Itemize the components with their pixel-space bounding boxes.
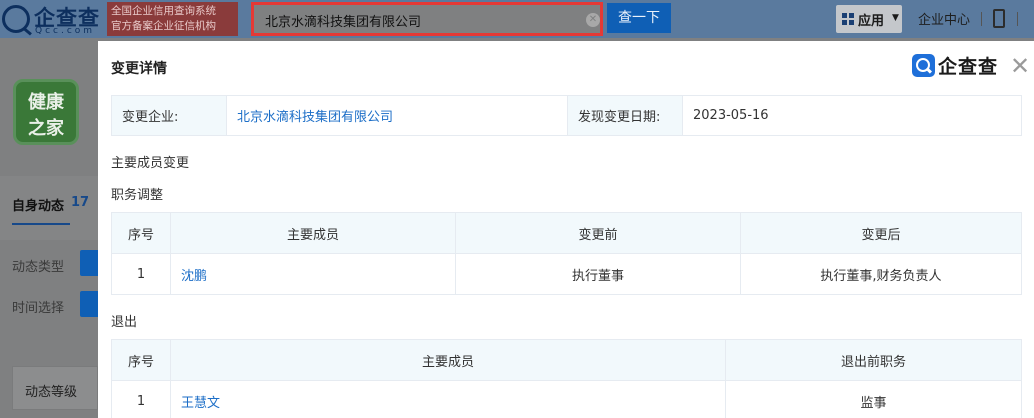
column-header: 序号 [111, 212, 171, 254]
filter-type-option[interactable] [80, 250, 98, 276]
dynamics-tab-bar: 自身动态 17 [0, 176, 98, 240]
section-main-members: 主要成员变更 [111, 156, 190, 171]
divider [981, 12, 982, 26]
filter-type-label: 动态类型 [12, 260, 65, 275]
magnifier-logo-icon [2, 5, 30, 33]
slogan-line-1: 全国企业信用查询系统 [111, 5, 216, 17]
table-row: 变更企业: 北京水滴科技集团有限公司 发现变更日期: 2023-05-16 [111, 95, 1022, 136]
column-header: 主要成员 [170, 212, 456, 254]
enterprise-center-link[interactable]: 企业中心 [918, 9, 970, 28]
company-cell: 北京水滴科技集团有限公司 [226, 95, 568, 136]
search-input[interactable]: 北京水滴科技集团有限公司 ✕ [251, 2, 603, 36]
modal-title: 变更详情 [111, 61, 167, 77]
company-link[interactable]: 北京水滴科技集团有限公司 [237, 110, 393, 125]
date-key: 发现变更日期: [567, 95, 683, 136]
apps-menu-button[interactable]: 应用 ▼ [836, 5, 902, 33]
column-header: 变更前 [455, 212, 741, 254]
member-link[interactable]: 沈鹏 [181, 269, 207, 284]
column-header: 变更后 [740, 212, 1022, 254]
date-value: 2023-05-16 [682, 95, 1022, 136]
apps-menu-label: 应用 [858, 14, 885, 29]
table-row: 1 王慧文 监事 [111, 380, 1022, 418]
company-key: 变更企业: [111, 95, 227, 136]
active-tab-indicator [12, 223, 70, 225]
logo-subtext: Qcc.com [35, 26, 96, 36]
change-details-modal: 变更详情 企查查 ✕ 变更企业: 北京水滴科技集团有限公司 发现变更日期: 20… [98, 41, 1034, 418]
clear-search-icon[interactable]: ✕ [586, 13, 600, 27]
qcc-logo[interactable]: 企查查 Qcc.com [0, 2, 100, 36]
company-logo: 健康 之家 [13, 79, 79, 145]
company-logo-line-2: 之家 [28, 118, 64, 139]
brand-text: 企查查 [938, 56, 999, 78]
section-position-adjust: 职务调整 [111, 188, 164, 203]
member-name-cell: 沈鹏 [170, 253, 456, 295]
modal-header: 变更详情 企查查 ✕ [98, 41, 1034, 93]
company-logo-line-1: 健康 [28, 92, 64, 113]
dynamics-level-label: 动态等级 [25, 385, 78, 400]
dynamics-level-filter[interactable]: 动态等级 [12, 366, 98, 410]
divider [1017, 12, 1018, 26]
brand-logo: 企查查 [912, 53, 1002, 81]
caret-down-icon: ▼ [892, 13, 899, 23]
change-info-table: 变更企业: 北京水滴科技集团有限公司 发现变更日期: 2023-05-16 [111, 95, 1022, 136]
filter-time-label: 时间选择 [12, 301, 65, 316]
top-navigation-bar: 企查查 Qcc.com 全国企业信用查询系统 官方备案企业征信机构 北京水滴科技… [0, 0, 1034, 38]
table-row: 1 沈鹏 执行董事 执行董事,财务负责人 [111, 253, 1022, 295]
table-header-row: 序号 主要成员 退出前职务 [111, 339, 1022, 381]
member-link[interactable]: 王慧文 [181, 396, 220, 411]
apps-grid-icon [842, 13, 854, 25]
position-before: 执行董事 [455, 253, 741, 295]
position-after: 执行董事,财务负责人 [740, 253, 1022, 295]
row-number: 1 [111, 380, 171, 418]
table-header-row: 序号 主要成员 变更前 变更后 [111, 212, 1022, 254]
member-name-cell: 王慧文 [170, 380, 726, 418]
mobile-phone-icon[interactable] [993, 9, 1005, 28]
section-exit: 退出 [111, 315, 138, 330]
search-button[interactable]: 查一下 [607, 3, 671, 33]
close-icon[interactable]: ✕ [1010, 54, 1030, 78]
qcc-brand-icon [912, 54, 935, 77]
row-number: 1 [111, 253, 171, 295]
column-header: 序号 [111, 339, 171, 381]
tab-count-badge: 17 [71, 195, 90, 210]
position-before-exit: 监事 [725, 380, 1022, 418]
slogan-banner: 全国企业信用查询系统 官方备案企业征信机构 [107, 2, 238, 36]
exit-members-table: 序号 主要成员 退出前职务 1 王慧文 监事 [111, 339, 1022, 418]
column-header: 主要成员 [170, 339, 726, 381]
tab-self-dynamics[interactable]: 自身动态 [12, 195, 64, 214]
column-header: 退出前职务 [725, 339, 1022, 381]
filter-time-option[interactable] [80, 291, 98, 317]
search-input-value: 北京水滴科技集团有限公司 [265, 15, 422, 30]
slogan-line-2: 官方备案企业征信机构 [111, 20, 216, 32]
position-adjust-table: 序号 主要成员 变更前 变更后 1 沈鹏 执行董事 执行董事,财务负责人 [111, 212, 1022, 295]
